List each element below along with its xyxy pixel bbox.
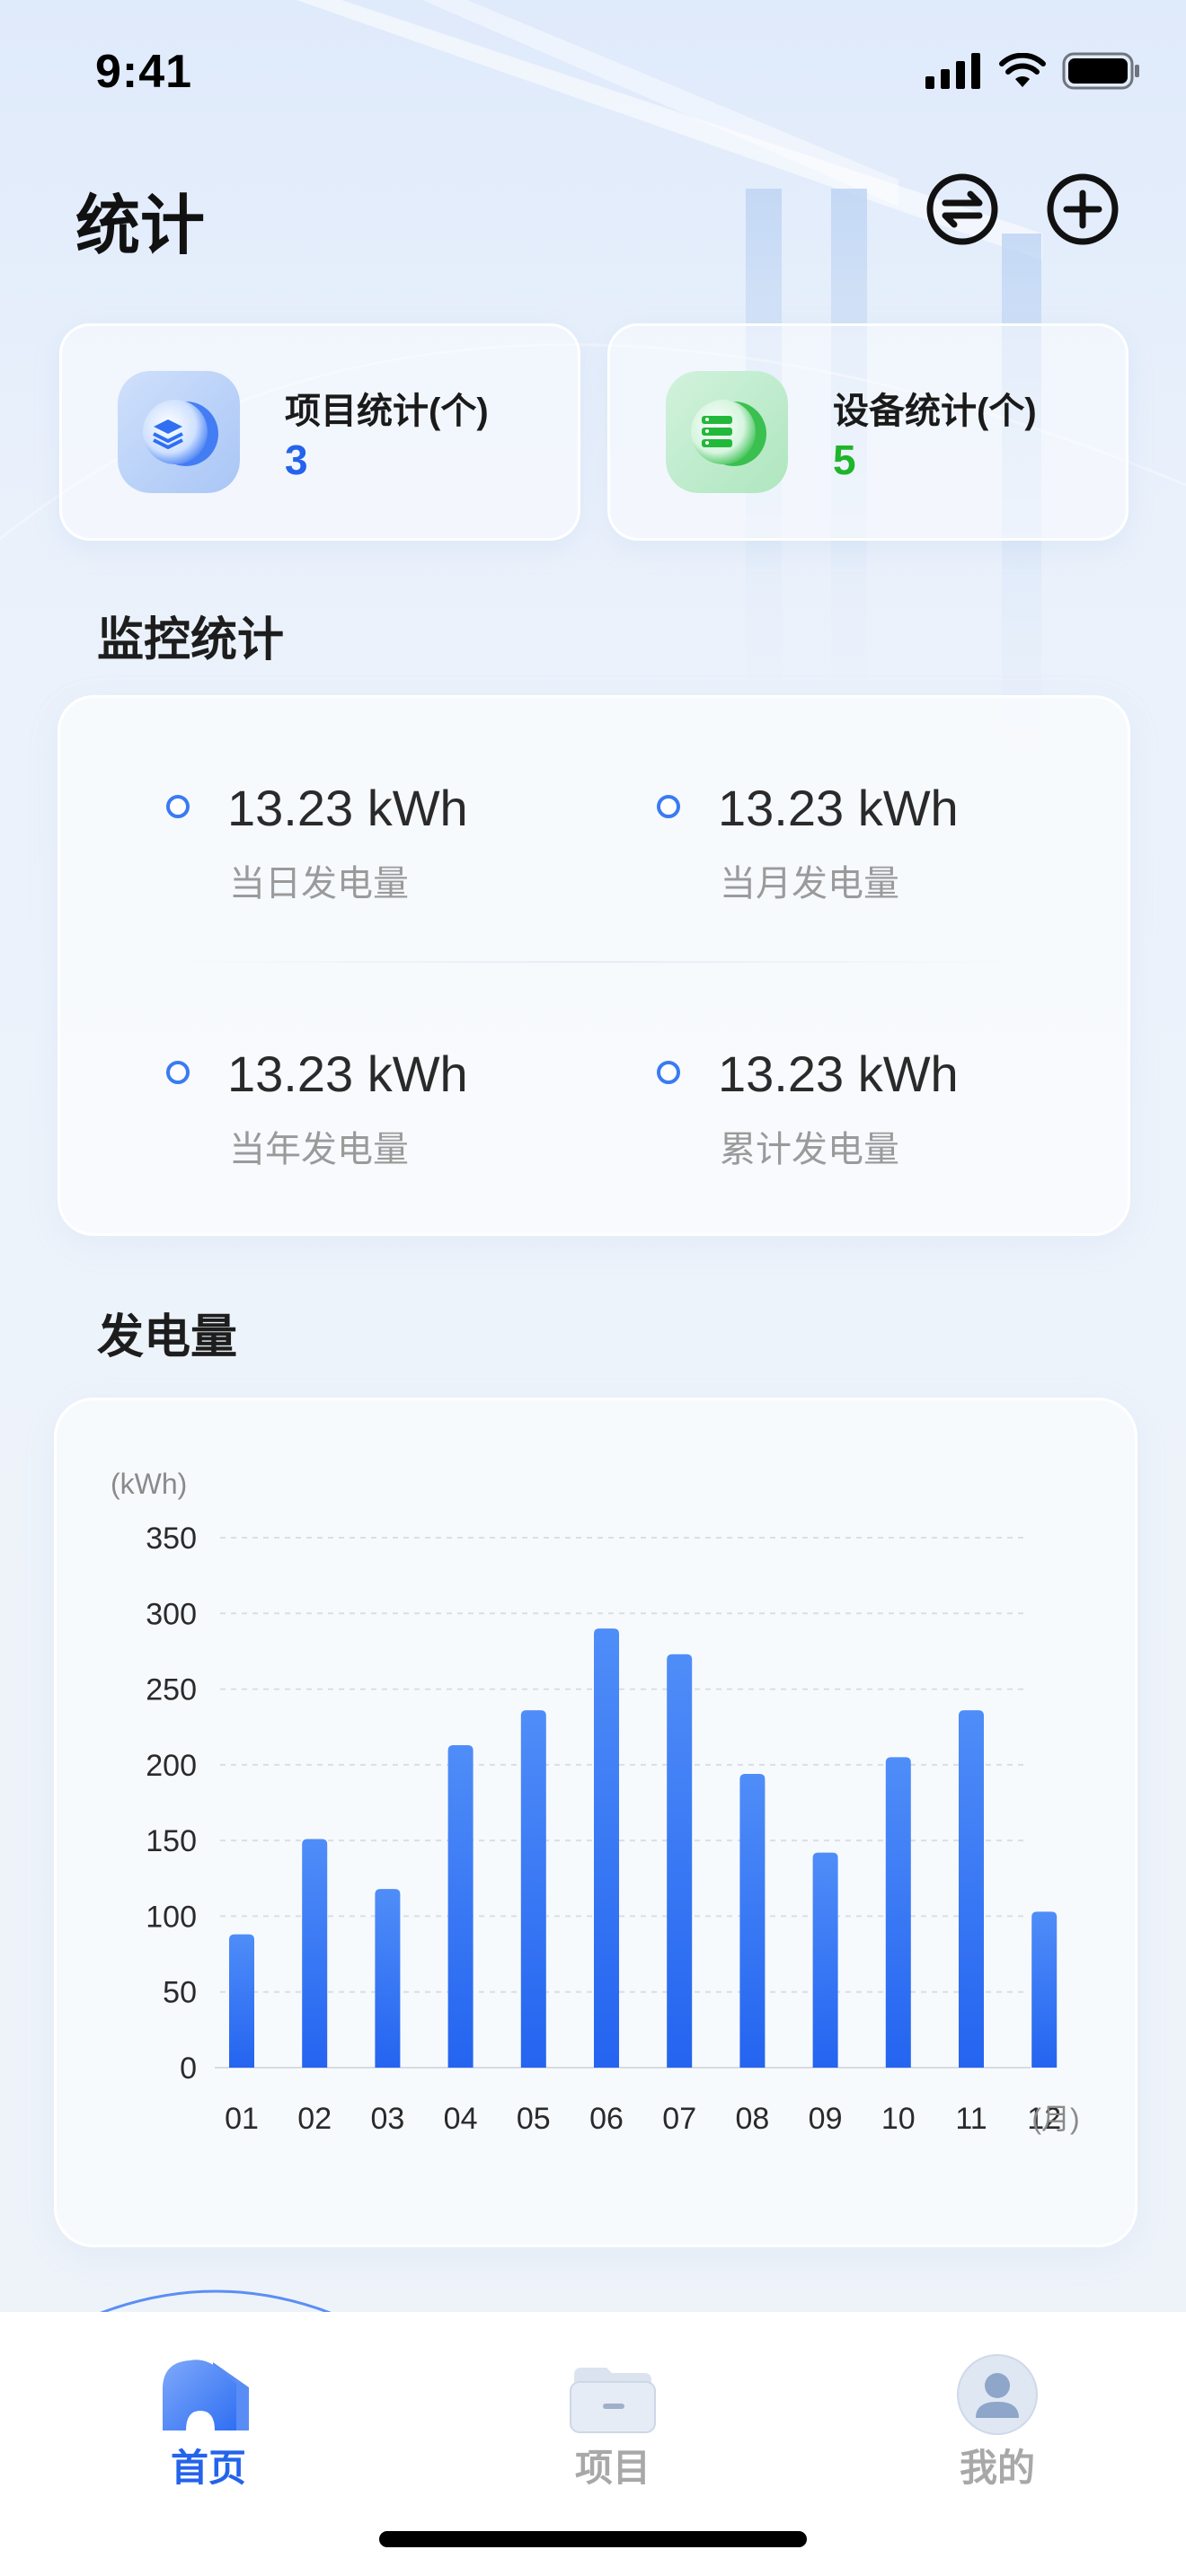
home-indicator xyxy=(379,2531,807,2547)
x-tick-label: 09 xyxy=(809,2102,843,2136)
server-list-icon xyxy=(666,371,788,493)
bar-04[interactable] xyxy=(447,1744,474,2068)
dot-icon xyxy=(657,1061,680,1084)
tab-mine-label: 我的 xyxy=(959,2447,1035,2489)
signal-icon xyxy=(925,53,980,89)
x-tick-label: 02 xyxy=(297,2102,332,2136)
bar-12[interactable] xyxy=(1031,1911,1058,2068)
x-tick-label: 01 xyxy=(225,2102,259,2136)
x-tick-label: 07 xyxy=(662,2102,696,2136)
dot-icon xyxy=(166,1061,190,1084)
y-tick-label: 100 xyxy=(146,1900,197,1934)
tab-projects-label: 项目 xyxy=(574,2447,651,2489)
user-avatar-icon xyxy=(957,2354,1038,2435)
yearly-generation-label: 当年发电量 xyxy=(229,1130,409,1169)
generation-chart-card: (kWh) 0 50 100 150 200 250 300 350 01 02 03 04 05 06 07… xyxy=(54,1398,1137,2247)
active-tab-arc xyxy=(98,2289,333,2314)
bar-07[interactable] xyxy=(667,1654,693,2068)
battery-icon xyxy=(1062,52,1139,90)
generation-bar-chart: (kWh) 0 50 100 150 200 250 300 350 01 02 03 04 05 06 07… xyxy=(111,1468,1080,2136)
monthly-generation-value: 13.23 kWh xyxy=(718,780,959,836)
add-button[interactable] xyxy=(1044,171,1121,248)
daily-generation-value: 13.23 kWh xyxy=(227,780,468,836)
bar-06[interactable] xyxy=(594,1628,619,2068)
y-tick-label: 150 xyxy=(146,1824,197,1858)
swap-arrows-icon xyxy=(926,173,998,245)
y-tick-label: 0 xyxy=(180,2051,197,2086)
tab-home-label: 首页 xyxy=(170,2447,246,2489)
switch-button[interactable] xyxy=(924,171,1001,248)
y-tick-label: 300 xyxy=(146,1597,197,1631)
x-tick-label: 10 xyxy=(881,2102,916,2136)
bar-05[interactable] xyxy=(520,1710,546,2068)
dot-icon xyxy=(166,795,190,818)
y-tick-label: 200 xyxy=(146,1749,197,1783)
x-tick-label: 03 xyxy=(370,2102,404,2136)
monitor-card: 13.23 kWh 当日发电量 13.23 kWh 当月发电量 13.23 kW… xyxy=(58,695,1130,1236)
dot-icon xyxy=(657,795,680,818)
y-tick-label: 50 xyxy=(163,1976,197,2010)
stack-layers-icon xyxy=(118,371,240,493)
device-stat-label: 设备统计(个) xyxy=(833,392,1037,431)
divider xyxy=(159,961,1029,963)
status-time: 9:41 xyxy=(95,46,193,98)
x-tick-label: 05 xyxy=(517,2102,551,2136)
y-axis-unit-label: (kWh) xyxy=(111,1468,187,1500)
x-tick-label: 04 xyxy=(444,2102,478,2136)
bar-02[interactable] xyxy=(302,1839,328,2068)
tab-home[interactable]: 首页 xyxy=(74,2312,343,2492)
bar-01[interactable] xyxy=(229,1934,254,2068)
folder-icon xyxy=(570,2368,656,2433)
home-cloud-icon xyxy=(163,2360,249,2430)
page-title: 统计 xyxy=(75,190,206,262)
x-tick-label: 06 xyxy=(589,2102,624,2136)
x-tick-label: 08 xyxy=(735,2102,769,2136)
bar-11[interactable] xyxy=(959,1710,984,2068)
yearly-generation-value: 13.23 kWh xyxy=(227,1045,468,1102)
daily-generation-label: 当日发电量 xyxy=(229,864,409,904)
project-stat-label: 项目统计(个) xyxy=(285,392,489,431)
total-generation-value: 13.23 kWh xyxy=(718,1045,959,1102)
x-axis-unit-label: (月) xyxy=(1031,2103,1079,2135)
x-tick-label: 11 xyxy=(955,2102,987,2136)
status-icons xyxy=(925,52,1141,90)
generation-section-title: 发电量 xyxy=(97,1311,238,1363)
plus-circle-icon xyxy=(1047,173,1119,245)
device-stat-card[interactable]: 设备统计(个) 5 xyxy=(607,323,1128,541)
project-stat-card[interactable]: 项目统计(个) 3 xyxy=(59,323,580,541)
total-generation-label: 累计发电量 xyxy=(720,1130,899,1169)
monthly-generation-label: 当月发电量 xyxy=(720,864,899,904)
bar-03[interactable] xyxy=(375,1889,401,2068)
bar-10[interactable] xyxy=(885,1757,911,2068)
device-stat-value: 5 xyxy=(833,437,856,483)
wifi-icon xyxy=(999,53,1046,87)
bar-09[interactable] xyxy=(812,1852,838,2068)
project-stat-value: 3 xyxy=(285,437,308,483)
tab-mine[interactable]: 我的 xyxy=(863,2312,1132,2492)
monitor-section-title: 监控统计 xyxy=(97,614,285,666)
tab-projects[interactable]: 项目 xyxy=(478,2312,748,2492)
y-tick-label: 350 xyxy=(146,1522,197,1556)
y-tick-label: 250 xyxy=(146,1673,197,1707)
bar-08[interactable] xyxy=(739,1773,766,2068)
